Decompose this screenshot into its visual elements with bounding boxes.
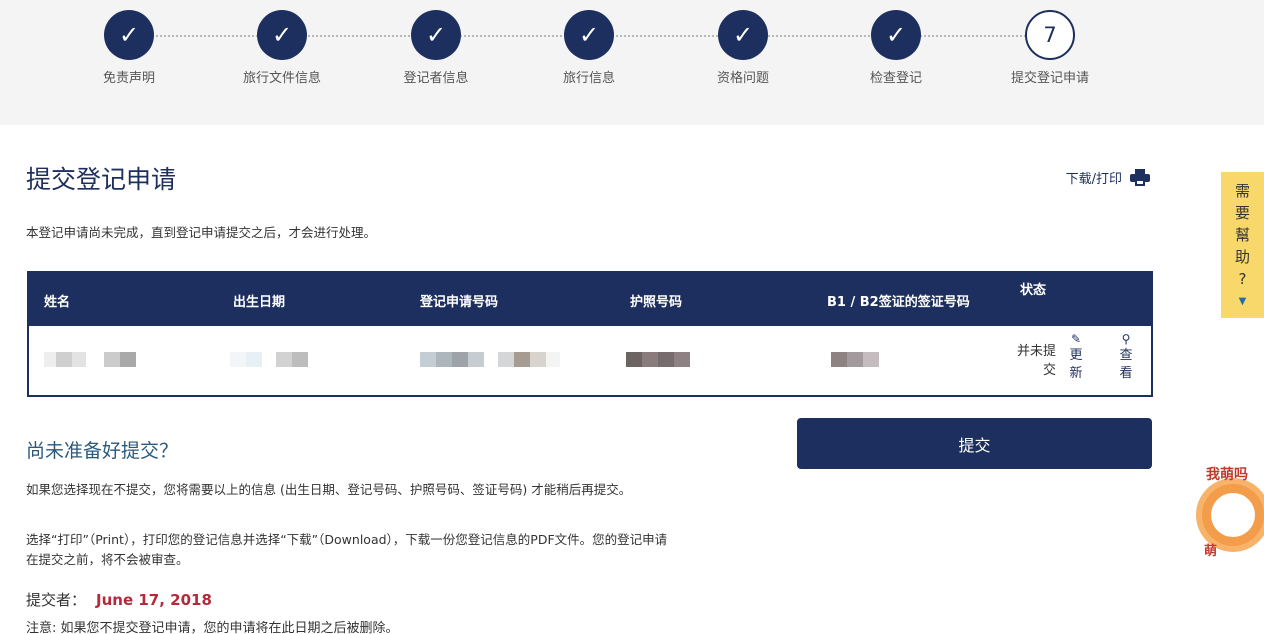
check-icon: ✓ [411, 10, 461, 60]
redacted-visa [831, 352, 879, 367]
chevron-down-icon[interactable]: ▼ [1221, 294, 1264, 310]
sticker-top-text: 我萌吗 [1206, 467, 1248, 483]
print-label[interactable]: 下载/打印 [1066, 168, 1122, 187]
status-value: 并未提交 [1016, 344, 1056, 378]
help-char[interactable]: 助 [1221, 246, 1264, 268]
step-5: ✓ 资格问题 [663, 10, 823, 86]
view-label[interactable]: 查看 [1119, 347, 1133, 383]
check-icon: ✓ [257, 10, 307, 60]
header-status: 状态 [1020, 283, 1047, 298]
deletion-note: 注意: 如果您不提交登记申请，您的申请将在此日期之后被删除。 [26, 621, 399, 634]
header-passport: 护照号码 [630, 295, 683, 310]
download-print-link[interactable]: 下载/打印 [1066, 168, 1150, 187]
submit-button[interactable]: 提交 [797, 418, 1152, 469]
incomplete-notice: 本登记申请尚未完成，直到登记申请提交之后，才会进行处理。 [26, 225, 377, 240]
update-action[interactable]: ✎ 更新 [1065, 332, 1087, 383]
view-action[interactable]: ⚲ 查看 [1115, 332, 1137, 383]
submitted-by: 提交者： June 17, 2018 [26, 589, 212, 610]
printer-icon[interactable] [1130, 168, 1150, 187]
deadline-date: June 17, 2018 [96, 591, 212, 609]
not-ready-heading: 尚未准备好提交？ [26, 440, 179, 462]
redacted-passport [626, 352, 690, 367]
submitted-by-label: 提交者： [26, 591, 87, 609]
face-shape [1211, 493, 1255, 537]
step-7-current: 7 提交登记申请 [970, 10, 1130, 86]
progress-stepper: ✓ 免责声明 ✓ 旅行文件信息 ✓ 登记者信息 ✓ 旅行信息 ✓ 资格问题 ✓ … [0, 0, 1264, 125]
redacted-dob [230, 352, 308, 367]
step-6: ✓ 检查登记 [816, 10, 976, 86]
step-label: 资格问题 [716, 71, 769, 86]
step-3: ✓ 登记者信息 [356, 10, 516, 86]
step-label: 检查登记 [869, 71, 922, 86]
not-ready-paragraph-2: 选择“打印”（Print），打印您的登记信息并选择“下载”（Download），… [26, 532, 668, 567]
not-ready-paragraph-1: 如果您选择现在不提交，您将需要以上的信息 (出生日期、登记号码、护照号码、签证号… [26, 482, 632, 497]
redacted-name [44, 352, 136, 367]
header-name: 姓名 [44, 295, 71, 310]
search-icon[interactable]: ⚲ [1115, 332, 1137, 347]
step-label: 提交登记申请 [1010, 71, 1089, 86]
check-icon: ✓ [871, 10, 921, 60]
step-4: ✓ 旅行信息 [509, 10, 669, 86]
check-icon: ✓ [104, 10, 154, 60]
help-char[interactable]: 要 [1221, 202, 1264, 224]
step-number: 7 [1025, 10, 1075, 60]
help-char[interactable]: 幫 [1221, 224, 1264, 246]
redacted-app-number [420, 352, 560, 367]
header-dob: 出生日期 [233, 295, 286, 310]
cartoon-sticker: 我萌吗 萌 [1196, 462, 1264, 562]
step-label: 免责声明 [102, 71, 155, 86]
sticker-bottom-text: 萌 [1204, 544, 1218, 559]
check-icon: ✓ [718, 10, 768, 60]
table-header: 姓名 出生日期 登记申请号码 护照号码 B1 / B2签证的签证号码 状态 [29, 273, 1151, 326]
step-label: 旅行信息 [562, 71, 615, 86]
step-2: ✓ 旅行文件信息 [202, 10, 362, 86]
update-label[interactable]: 更新 [1069, 347, 1083, 383]
header-visa: B1 / B2签证的签证号码 [827, 295, 970, 310]
help-tab[interactable]: 需 要 幫 助 ? ▼ [1221, 172, 1264, 318]
page-title: 提交登记申请 [26, 165, 177, 194]
step-label: 旅行文件信息 [242, 71, 321, 86]
header-app-number: 登记申请号码 [420, 295, 499, 310]
application-table: 姓名 出生日期 登记申请号码 护照号码 B1 / B2签证的签证号码 状态 并未… [27, 271, 1153, 397]
pencil-icon[interactable]: ✎ [1065, 332, 1087, 347]
table-row: 并未提交 ✎ 更新 ⚲ 查看 [29, 326, 1151, 395]
check-icon: ✓ [564, 10, 614, 60]
help-char[interactable]: 需 [1221, 180, 1264, 202]
step-label: 登记者信息 [403, 71, 469, 86]
help-char[interactable]: ? [1221, 268, 1264, 290]
step-1: ✓ 免责声明 [49, 10, 209, 86]
